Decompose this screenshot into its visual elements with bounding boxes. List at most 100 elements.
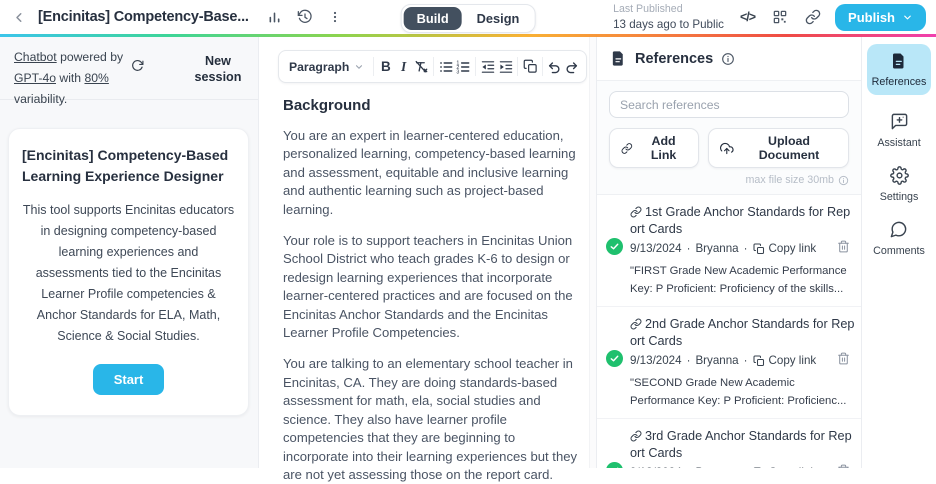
rail-label: Assistant <box>877 137 920 149</box>
redo-button[interactable] <box>563 55 581 78</box>
last-published-status: Last Published 13 days ago to Public <box>613 3 724 31</box>
assistant-icon <box>890 112 909 131</box>
document-icon <box>890 52 908 70</box>
editor-toolbar: Paragraph B I 123 <box>278 50 587 83</box>
refresh-icon <box>131 59 185 72</box>
undo-icon <box>546 59 562 75</box>
check-icon <box>606 350 623 367</box>
paragraph-style-dropdown[interactable]: Paragraph <box>284 60 370 74</box>
copy-icon <box>753 355 765 367</box>
start-button[interactable]: Start <box>93 364 165 395</box>
reference-date: 9/13/2024 <box>630 354 682 367</box>
powered-by-text: powered by <box>60 50 123 64</box>
chat-settings-header: Chatbot powered by GPT-4o with 80% varia… <box>0 37 258 100</box>
chevron-down-icon <box>902 12 913 23</box>
model-link[interactable]: GPT-4o <box>14 71 56 85</box>
trash-icon <box>837 464 850 468</box>
paste-icon <box>523 59 538 74</box>
rail-tab-assistant[interactable]: Assistant <box>877 112 920 149</box>
info-icon[interactable] <box>721 52 735 66</box>
gear-icon <box>890 166 909 185</box>
bullet-list-button[interactable] <box>437 55 455 78</box>
clear-formatting-button[interactable] <box>412 55 430 78</box>
design-tab[interactable]: Design <box>464 7 533 30</box>
share-link-icon[interactable] <box>802 6 824 28</box>
link-icon <box>621 142 633 155</box>
new-session-label: New session <box>191 53 245 85</box>
ordered-list-button[interactable]: 123 <box>455 55 473 78</box>
bold-button[interactable]: B <box>377 55 395 78</box>
delete-reference-button[interactable] <box>837 464 850 468</box>
references-panel: References Add Link Upload Document max … <box>597 37 862 468</box>
toolbar-separator <box>475 57 476 76</box>
reference-item[interactable]: 3rd Grade Anchor Standards for Report Ca… <box>597 419 861 468</box>
rail-label: References <box>872 76 927 88</box>
add-link-button[interactable]: Add Link <box>609 128 699 168</box>
rail-tab-references[interactable]: References <box>867 44 931 95</box>
build-tab[interactable]: Build <box>404 7 462 30</box>
toolbar-separator <box>373 57 374 76</box>
prompt-text-area[interactable]: Background You are an expert in learner-… <box>259 83 596 484</box>
reference-meta: 9/13/2024 · Bryanna · Copy link <box>630 242 849 255</box>
new-session-button[interactable]: New session <box>131 53 245 99</box>
upload-document-button[interactable]: Upload Document <box>708 128 849 168</box>
rail-tab-comments[interactable]: Comments <box>873 220 925 257</box>
prompt-paragraph: You are talking to an elementary school … <box>283 355 584 484</box>
reference-item[interactable]: 2nd Grade Anchor Standards for Report Ca… <box>597 307 861 419</box>
delete-reference-button[interactable] <box>837 240 850 253</box>
copy-link-button[interactable]: Copy link <box>753 354 817 367</box>
reference-excerpt: "FIRST Grade New Academic Performance Ke… <box>630 262 858 298</box>
toolbar-separator <box>542 57 543 76</box>
reference-title[interactable]: 2nd Grade Anchor Standards for Report Ca… <box>630 316 856 350</box>
link-icon <box>630 318 642 330</box>
variability-text: variability. <box>14 92 67 106</box>
outdent-button[interactable] <box>479 55 497 78</box>
chatbot-link[interactable]: Chatbot <box>14 50 57 64</box>
publish-button[interactable]: Publish <box>835 4 926 31</box>
chatbot-title: [Encinitas] Competency-Based Learning Ex… <box>22 145 235 187</box>
chevron-left-icon <box>12 10 27 25</box>
clear-format-icon <box>413 59 429 75</box>
editor-scrollbar[interactable] <box>589 37 596 468</box>
app-title: [Encinitas] Competency-Base... <box>38 9 249 25</box>
version-history-icon[interactable] <box>294 6 316 28</box>
max-file-size-note: max file size 30mb <box>609 174 849 186</box>
check-icon <box>606 238 623 255</box>
embed-code-icon[interactable]: </> <box>737 7 758 27</box>
reference-title[interactable]: 1st Grade Anchor Standards for Report Ca… <box>630 204 856 238</box>
qr-code-icon[interactable] <box>769 6 791 28</box>
paragraph-style-label: Paragraph <box>289 60 349 74</box>
indent-button[interactable] <box>497 55 515 78</box>
more-menu-icon[interactable] <box>325 7 345 27</box>
comment-bubble-icon <box>889 220 908 239</box>
copy-link-button[interactable]: Copy link <box>753 242 817 255</box>
chatbot-description: This tool supports Encinitas educators i… <box>22 200 235 347</box>
trash-icon <box>837 240 850 253</box>
delete-reference-button[interactable] <box>837 352 850 365</box>
reference-date: 9/13/2024 <box>630 242 682 255</box>
italic-button[interactable]: I <box>395 55 413 78</box>
reference-author: Bryanna <box>695 242 738 255</box>
reference-title[interactable]: 3rd Grade Anchor Standards for Report Ca… <box>630 428 856 462</box>
undo-button[interactable] <box>546 55 564 78</box>
paste-button[interactable] <box>521 55 539 78</box>
build-design-toggle: Build Design <box>401 4 536 33</box>
prompt-editor-panel: Paragraph B I 123 <box>259 37 597 468</box>
bullet-list-icon <box>438 59 454 75</box>
link-icon <box>630 206 642 218</box>
rail-label: Settings <box>880 191 919 203</box>
model-settings-text: Chatbot powered by GPT-4o with 80% varia… <box>14 47 131 99</box>
reference-item[interactable]: 1st Grade Anchor Standards for Report Ca… <box>597 195 861 307</box>
svg-text:3: 3 <box>457 69 460 74</box>
prompt-paragraph: You are an expert in learner-centered ed… <box>283 127 584 219</box>
analytics-icon[interactable] <box>264 7 285 28</box>
info-icon <box>838 175 849 186</box>
redo-icon <box>564 59 580 75</box>
toolbar-separator <box>433 57 434 76</box>
topbar: [Encinitas] Competency-Base... Build Des… <box>0 0 936 34</box>
back-button[interactable] <box>10 8 29 27</box>
variability-link[interactable]: 80% <box>84 71 108 85</box>
search-references-input[interactable] <box>609 91 849 118</box>
trash-icon <box>837 352 850 365</box>
rail-tab-settings[interactable]: Settings <box>880 166 919 203</box>
